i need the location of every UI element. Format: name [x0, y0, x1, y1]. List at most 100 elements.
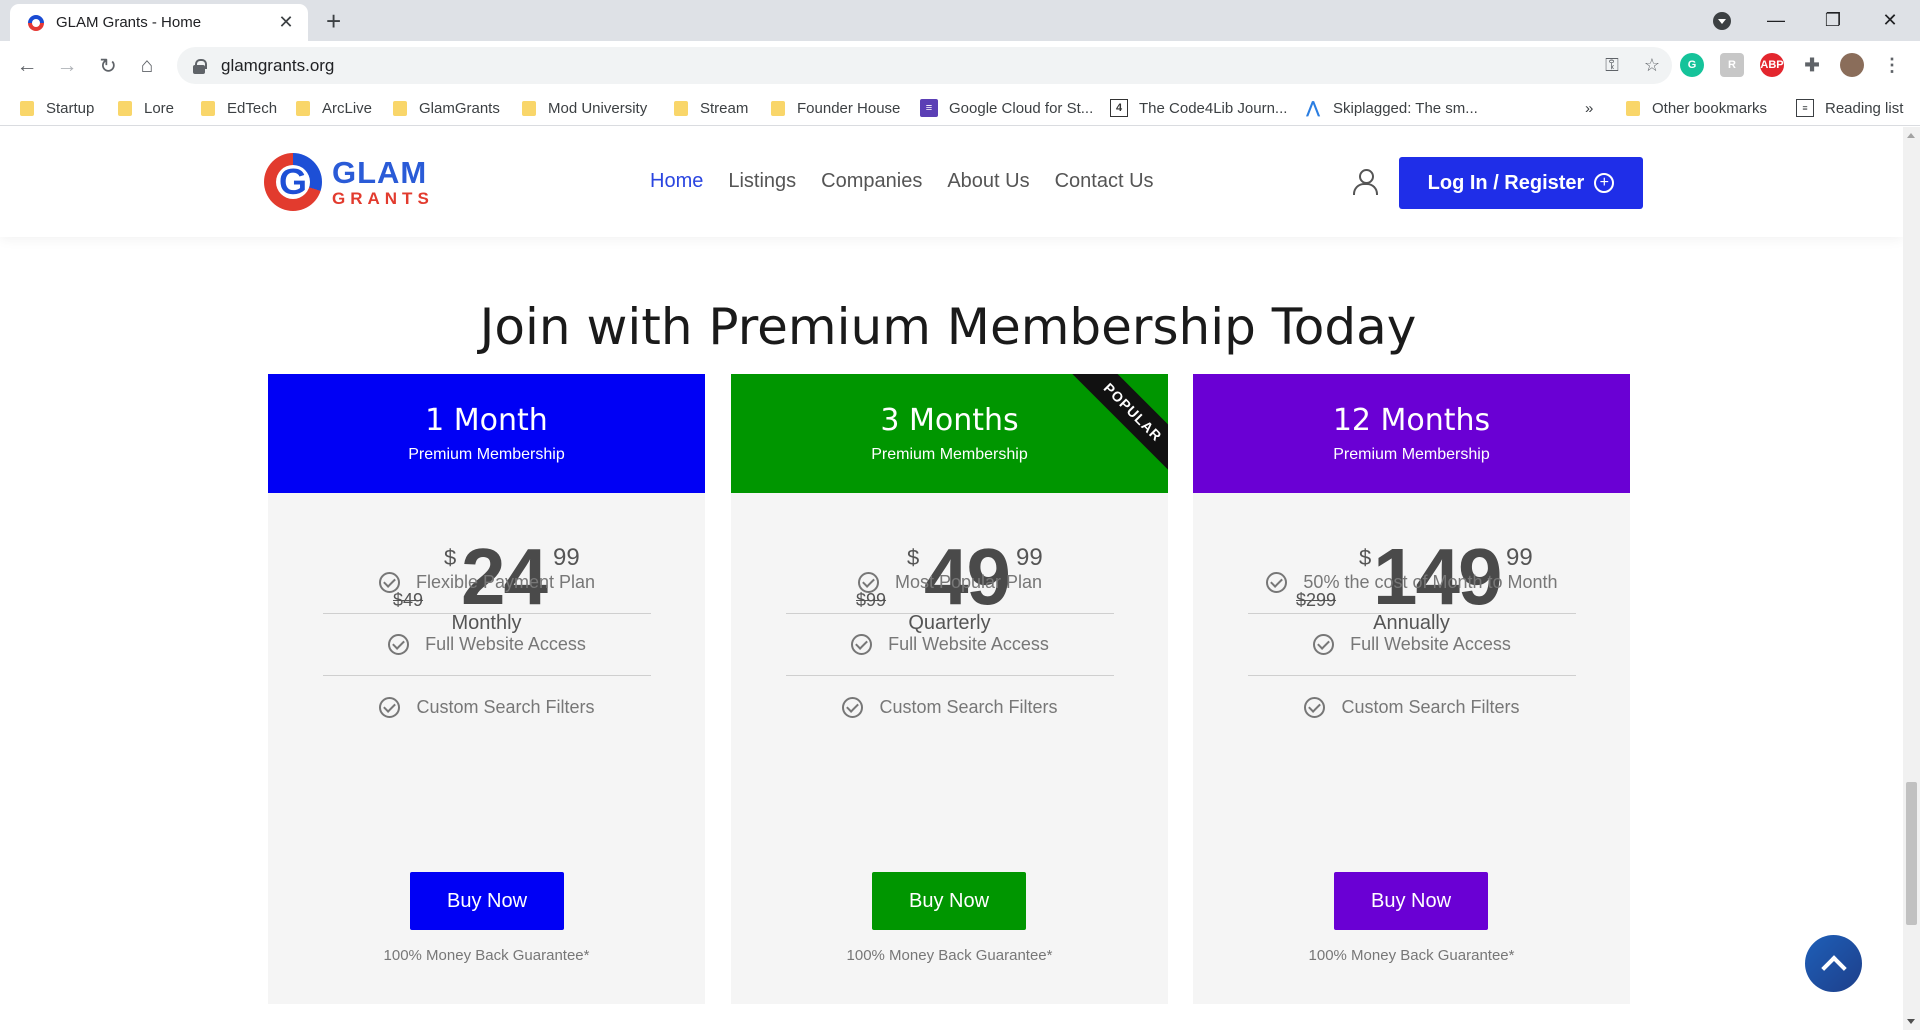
browser-toolbar: ← → ↻ ⌂ glamgrants.org ⚿ ☆ G R ABP ✚ ⋮ [0, 41, 1920, 90]
bookmarks-bar: Startup Lore EdTech ArcLive GlamGrants M… [0, 90, 1920, 126]
folder-icon [393, 100, 407, 116]
menu-kebab-icon[interactable]: ⋮ [1880, 53, 1904, 77]
bookmark-mod-university[interactable]: Mod University [522, 98, 647, 118]
bookmark-stream[interactable]: Stream [674, 98, 748, 118]
bookmark-edtech[interactable]: EdTech [201, 98, 277, 118]
bookmark-google-cloud[interactable]: ≡ Google Cloud for St... [920, 98, 1093, 118]
user-account-icon[interactable] [1353, 169, 1378, 195]
profile-avatar[interactable] [1840, 53, 1864, 77]
pricing-card-1-month: 1 Month Premium Membership $49 $ 24 99 M… [268, 374, 705, 1004]
money-back-guarantee: 100% Money Back Guarantee* [383, 947, 590, 964]
logo-line-1: GLAM [332, 155, 428, 190]
forward-icon[interactable]: → [54, 53, 80, 79]
browser-tab-bar: GLAM Grants - Home ✕ + — ❐ ✕ [0, 0, 1920, 41]
bookmark-skiplagged[interactable]: ⋀ Skiplagged: The sm... [1304, 98, 1477, 118]
folder-icon [296, 100, 310, 116]
nav-about-us[interactable]: About Us [947, 170, 1029, 193]
folder-icon [771, 100, 785, 116]
feature-item: Full Website Access [786, 614, 1114, 676]
nav-contact-us[interactable]: Contact Us [1055, 170, 1154, 193]
bookmark-label: Other bookmarks [1652, 99, 1768, 117]
reading-list-label: Reading list [1825, 99, 1904, 117]
back-icon[interactable]: ← [14, 53, 40, 79]
nav-listings[interactable]: Listings [728, 170, 796, 193]
login-register-button[interactable]: Log In / Register + [1399, 157, 1643, 209]
check-circle-icon [857, 572, 879, 593]
grammarly-extension-icon[interactable]: G [1680, 53, 1704, 77]
folder-icon [20, 100, 34, 116]
plus-circle-icon: + [1594, 173, 1615, 193]
bookmarks-overflow-icon[interactable]: » [1585, 98, 1593, 118]
check-circle-icon [1313, 634, 1335, 655]
check-circle-icon [1304, 696, 1326, 718]
buy-now-button[interactable]: Buy Now [410, 872, 564, 930]
buy-now-button[interactable]: Buy Now [872, 872, 1026, 930]
scroll-up-icon[interactable] [1907, 133, 1915, 138]
minimize-icon[interactable]: — [1748, 0, 1804, 41]
bookmark-startup[interactable]: Startup [20, 98, 94, 118]
check-circle-icon [379, 696, 401, 718]
close-tab-icon[interactable]: ✕ [276, 12, 296, 33]
close-window-icon[interactable]: ✕ [1862, 0, 1918, 41]
bookmark-label: EdTech [227, 99, 278, 117]
check-circle-icon [378, 572, 400, 593]
folder-icon [118, 100, 132, 116]
site-logo[interactable]: GLAM GRANTS [264, 153, 434, 211]
check-circle-icon [851, 634, 873, 655]
bookmark-star-icon[interactable]: ☆ [1632, 55, 1672, 76]
password-key-icon[interactable]: ⚿ [1592, 55, 1632, 76]
plan-subtitle: Premium Membership [408, 446, 565, 463]
reading-list-icon: ≡ [1796, 99, 1814, 117]
feature-list: 50% the cost of Month to Month Full Webs… [1248, 552, 1576, 738]
url-text[interactable]: glamgrants.org [221, 56, 1592, 76]
tab-search-icon[interactable] [1713, 12, 1731, 30]
bookmark-label: The Code4Lib Journ... [1139, 99, 1288, 117]
card-header: 12 Months Premium Membership [1193, 374, 1630, 493]
money-back-guarantee: 100% Money Back Guarantee* [1308, 947, 1515, 964]
home-icon[interactable]: ⌂ [134, 53, 160, 79]
address-bar[interactable]: glamgrants.org ⚿ ☆ [177, 47, 1672, 84]
feature-item: Flexible Payment Plan [323, 552, 651, 614]
new-tab-icon[interactable]: + [326, 6, 341, 37]
scrollbar-thumb[interactable] [1906, 782, 1917, 925]
lock-icon[interactable] [193, 58, 207, 74]
bookmark-label: Stream [700, 99, 749, 117]
reading-list-button[interactable]: ≡ Reading list [1796, 98, 1903, 118]
page-scrollbar[interactable] [1903, 127, 1920, 1030]
check-circle-icon [842, 696, 864, 718]
adblock-extension-icon[interactable]: ABP [1760, 53, 1784, 77]
plan-name: 12 Months [1332, 403, 1491, 438]
extensions-puzzle-icon[interactable]: ✚ [1800, 53, 1824, 77]
browser-tab[interactable]: GLAM Grants - Home ✕ [10, 4, 308, 41]
buy-now-button[interactable]: Buy Now [1334, 872, 1488, 930]
bookmark-label: Google Cloud for St... [949, 99, 1094, 117]
restore-icon[interactable]: ❐ [1805, 0, 1861, 41]
bookmark-glamgrants[interactable]: GlamGrants [393, 98, 500, 118]
bookmark-lore[interactable]: Lore [118, 98, 174, 118]
bookmark-label: GlamGrants [419, 99, 500, 117]
feature-list: Flexible Payment Plan Full Website Acces… [323, 552, 651, 738]
scroll-to-top-button[interactable] [1805, 935, 1862, 992]
feature-item: Custom Search Filters [323, 676, 651, 738]
bookmark-arclive[interactable]: ArcLive [296, 98, 372, 118]
bookmark-code4lib[interactable]: 4 The Code4Lib Journ... [1110, 98, 1287, 118]
check-circle-icon [1266, 572, 1288, 593]
feature-item: 50% the cost of Month to Month [1248, 552, 1576, 614]
reader-extension-icon[interactable]: R [1720, 53, 1744, 77]
bookmark-other-bookmarks[interactable]: Other bookmarks [1626, 98, 1767, 118]
site-favicon-icon [28, 14, 44, 31]
google-cloud-icon: ≡ [920, 99, 938, 117]
folder-icon [674, 100, 688, 116]
feature-item: Full Website Access [1248, 614, 1576, 676]
glam-logo-icon [264, 153, 322, 211]
reload-icon[interactable]: ↻ [95, 53, 121, 79]
plan-subtitle: Premium Membership [871, 446, 1028, 463]
card-header: 3 Months Premium Membership POPULAR [731, 374, 1168, 493]
bookmark-label: Founder House [797, 99, 901, 117]
bookmark-founder-house[interactable]: Founder House [771, 98, 900, 118]
nav-companies[interactable]: Companies [821, 170, 922, 193]
plan-subtitle: Premium Membership [1333, 446, 1490, 463]
scroll-down-icon[interactable] [1907, 1019, 1915, 1024]
nav-home[interactable]: Home [650, 170, 703, 193]
plan-name: 1 Month [425, 403, 548, 438]
